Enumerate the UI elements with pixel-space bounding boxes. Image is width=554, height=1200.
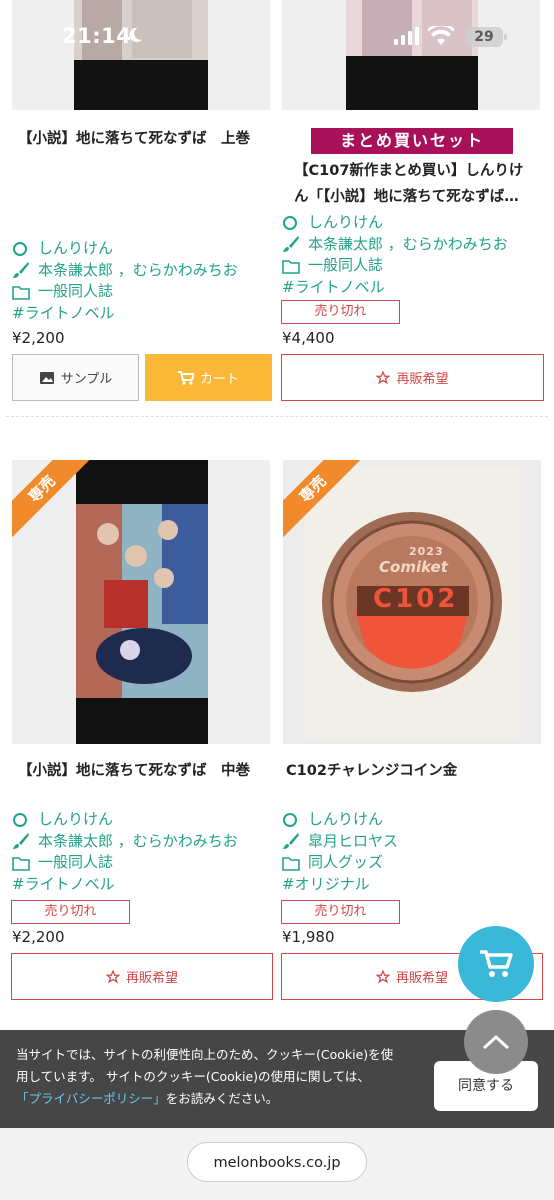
folder-icon: [12, 855, 32, 871]
chevron-up-icon: [482, 1034, 510, 1050]
circle-icon: [12, 812, 32, 828]
genre-tag[interactable]: #ライトノベル: [12, 303, 238, 325]
resale-request-button[interactable]: 再販希望: [11, 953, 273, 1000]
circle-link[interactable]: しんりけん: [282, 809, 398, 831]
genre-tag[interactable]: #ライトノベル: [282, 277, 508, 299]
coin-year: 2023: [409, 545, 444, 558]
category-link[interactable]: 一般同人誌: [12, 852, 238, 874]
star-icon: [375, 969, 390, 983]
circle-link[interactable]: しんりけん: [12, 809, 238, 831]
folder-icon: [282, 855, 302, 871]
product-title[interactable]: 【小説】地に落ちて死なずば 中巻: [18, 758, 274, 784]
circle-link[interactable]: しんりけん: [282, 212, 508, 234]
author-link[interactable]: 本条謙太郎 ，むらかわみちお: [282, 234, 508, 256]
brush-icon: [282, 832, 302, 850]
category-link[interactable]: 一般同人誌: [12, 281, 238, 303]
genre-tag[interactable]: #オリジナル: [282, 874, 398, 896]
image-icon: [39, 371, 54, 384]
folder-icon: [282, 258, 302, 274]
soldout-badge: 売り切れ: [281, 900, 400, 924]
product-meta: しんりけん 皐月ヒロヤス 同人グッズ #オリジナル: [282, 809, 398, 895]
brush-icon: [282, 235, 302, 253]
scroll-to-top-button[interactable]: [464, 1010, 528, 1074]
product-title[interactable]: 【C107新作まとめ買い】しんりけ ん「【小説】地に落ちて死なずば…: [294, 158, 550, 210]
product-thumbnail[interactable]: 2023 Comiket C102 専売: [283, 460, 541, 744]
folder-icon: [12, 284, 32, 300]
exclusive-badge: 専売: [12, 460, 92, 540]
exclusive-badge: 専売: [283, 460, 363, 540]
genre-tag[interactable]: #ライトノベル: [12, 874, 238, 896]
product-meta: しんりけん 本条謙太郎 ，むらかわみちお 一般同人誌 #ライトノベル: [282, 212, 508, 298]
browser-bottom-bar: melonbooks.co.jp: [0, 1128, 554, 1200]
cart-icon: [177, 370, 194, 385]
product-title[interactable]: C102チャレンジコイン金: [286, 758, 542, 784]
cover-image: [346, 0, 478, 110]
product-price: ¥2,200: [12, 928, 65, 946]
url-bar[interactable]: melonbooks.co.jp: [187, 1142, 367, 1182]
row-divider: [6, 416, 548, 417]
star-icon: [105, 969, 120, 983]
product-card[interactable]: 【小説】地に落ちて死なずば 上巻 しんりけん 本条謙太郎 ，むらかわみちお 一般…: [12, 0, 274, 401]
author-link[interactable]: 本条謙太郎 ，むらかわみちお: [12, 831, 238, 853]
star-icon: [376, 370, 391, 384]
product-price: ¥2,200: [12, 329, 65, 347]
cart-icon: [480, 950, 513, 977]
add-to-cart-button[interactable]: カート: [145, 354, 272, 401]
category-link[interactable]: 同人グッズ: [282, 852, 398, 874]
product-meta: しんりけん 本条謙太郎 ，むらかわみちお 一般同人誌 #ライトノベル: [12, 238, 238, 324]
circle-icon: [282, 215, 302, 231]
author-link[interactable]: 本条謙太郎 ，むらかわみちお: [12, 260, 238, 282]
brush-icon: [12, 832, 32, 850]
coin-text: C102: [373, 584, 459, 614]
circle-icon: [12, 241, 32, 257]
cover-image: [74, 0, 208, 110]
author-link[interactable]: 皐月ヒロヤス: [282, 831, 398, 853]
set-purchase-banner: まとめ買いセット: [311, 128, 513, 154]
product-meta: しんりけん 本条謙太郎 ，むらかわみちお 一般同人誌 #ライトノベル: [12, 809, 238, 895]
privacy-policy-link[interactable]: 「プライバシーポリシー」: [16, 1091, 166, 1106]
sample-button[interactable]: サンプル: [12, 354, 139, 401]
product-price: ¥1,980: [282, 928, 335, 946]
circle-icon: [282, 812, 302, 828]
product-title[interactable]: 【小説】地に落ちて死なずば 上巻: [18, 126, 274, 152]
category-link[interactable]: 一般同人誌: [282, 255, 508, 277]
cookie-message: 当サイトでは、サイトの利便性向上のため、クッキー(Cookie)を使 用していま…: [16, 1047, 394, 1106]
resale-request-button[interactable]: 再販希望: [281, 354, 544, 401]
coin-brand: Comiket: [379, 558, 448, 576]
product-thumbnail[interactable]: [12, 0, 270, 110]
product-price: ¥4,400: [282, 329, 335, 347]
soldout-badge: 売り切れ: [281, 300, 400, 324]
brush-icon: [12, 261, 32, 279]
product-thumbnail[interactable]: [282, 0, 540, 110]
circle-link[interactable]: しんりけん: [12, 238, 238, 260]
soldout-badge: 売り切れ: [11, 900, 130, 924]
floating-cart-button[interactable]: [458, 926, 534, 1002]
product-thumbnail[interactable]: 専売: [12, 460, 270, 744]
